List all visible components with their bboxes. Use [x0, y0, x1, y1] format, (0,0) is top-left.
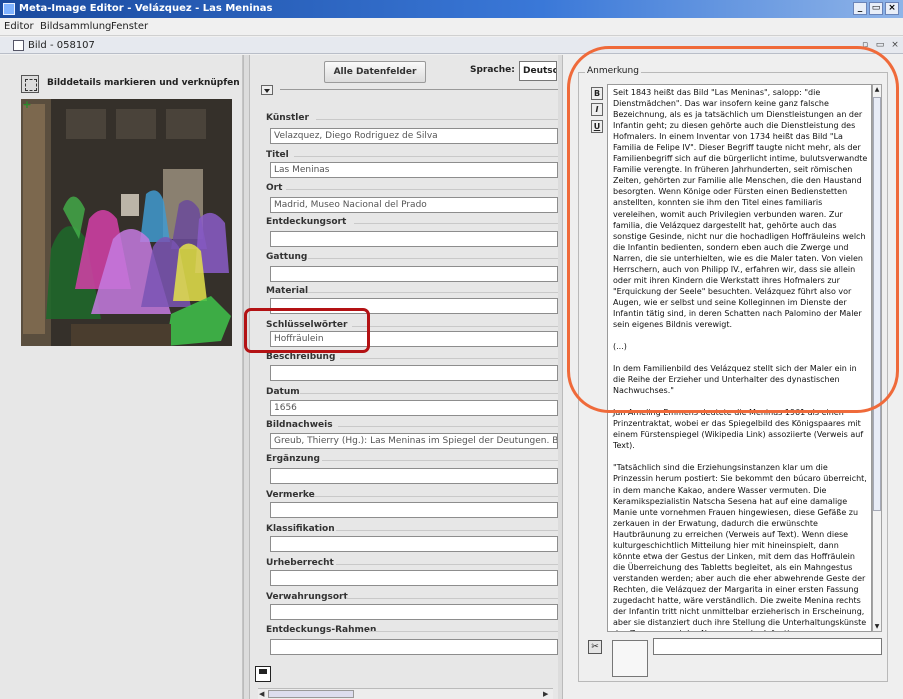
separator	[338, 426, 558, 427]
separator	[352, 326, 558, 327]
separator	[308, 258, 558, 259]
separator	[286, 189, 558, 190]
field-label-titel: Titel	[266, 150, 289, 160]
scroll-up-icon[interactable]: ▲	[873, 86, 881, 94]
field-input-gattung[interactable]	[270, 266, 558, 282]
separator	[336, 564, 558, 565]
field-input-beschreibung[interactable]	[270, 365, 558, 381]
menu-editor[interactable]: Editor	[4, 20, 34, 33]
scissors-icon[interactable]: ✂	[588, 640, 602, 654]
field-label-ergaenzung: Ergänzung	[266, 454, 321, 464]
separator	[368, 631, 558, 632]
annotation-paragraph: In dem Familienbild des Velázquez stellt…	[613, 364, 857, 396]
field-label-urheberrecht: Urheberrecht	[266, 558, 334, 568]
field-label-beschreibung: Beschreibung	[266, 352, 336, 362]
annotation-paragraph: Jan Ameling Emmens deutete die Meninas 1…	[613, 408, 864, 451]
field-label-material: Material	[266, 286, 309, 296]
painting-image[interactable]	[21, 99, 232, 346]
annotation-paragraph: Seit 1843 heißt das Bild "Las Meninas", …	[613, 88, 868, 329]
window-titlebar: Meta-Image Editor - Velázquez - Las Meni…	[0, 0, 903, 18]
separator	[336, 530, 558, 531]
field-label-entdeckungsort: Entdeckungsort	[266, 217, 347, 227]
field-input-klassifikation[interactable]	[270, 536, 558, 552]
menu-bildsammlung[interactable]: Bildsammlung	[40, 20, 111, 33]
scrollbar-thumb[interactable]	[268, 690, 354, 698]
separator	[322, 460, 558, 461]
scroll-down-icon[interactable]: ▼	[873, 623, 881, 631]
minimize-button[interactable]: _	[853, 2, 867, 15]
annotation-paragraph: (...)	[613, 342, 627, 352]
field-input-vermerke[interactable]	[270, 502, 558, 518]
italic-button[interactable]: I	[591, 103, 603, 116]
frame-iconify-button[interactable]: ▫	[859, 40, 871, 51]
document-icon	[13, 40, 24, 51]
frame-maximize-button[interactable]: ▭	[874, 40, 886, 51]
select-region-tool-icon[interactable]	[21, 75, 39, 93]
link-thumbnail[interactable]	[612, 640, 648, 677]
window-title: Meta-Image Editor - Velázquez - Las Meni…	[19, 3, 273, 14]
field-input-ort[interactable]: Madrid, Museo Nacional del Prado	[270, 197, 558, 213]
field-label-schluesselwoerter: Schlüsselwörter	[266, 320, 348, 330]
frame-close-button[interactable]: ×	[889, 40, 901, 51]
field-label-gattung: Gattung	[266, 252, 308, 262]
field-input-datum[interactable]: 1656	[270, 400, 558, 416]
app-icon	[3, 3, 15, 15]
bold-button[interactable]: B	[591, 87, 603, 100]
menu-fenster[interactable]: Fenster	[111, 20, 148, 33]
separator	[294, 156, 558, 157]
annotation-group-label: Anmerkung	[585, 66, 641, 76]
field-label-bildnachweis: Bildnachweis	[266, 420, 333, 430]
annotation-text-area[interactable]: Seit 1843 heißt das Bild "Las Meninas", …	[607, 84, 872, 632]
language-select[interactable]: Deutsch	[519, 61, 557, 81]
separator	[314, 496, 558, 497]
maximize-button[interactable]: ▭	[869, 2, 883, 15]
image-details-label: Bilddetails markieren und verknüpfen	[47, 78, 240, 88]
field-input-urheberrecht[interactable]	[270, 570, 558, 586]
internal-frame-title: Bild - 058107	[28, 40, 95, 51]
all-fields-button[interactable]: Alle Datenfelder	[324, 61, 426, 83]
field-label-ort: Ort	[266, 183, 283, 193]
save-icon[interactable]	[255, 666, 271, 682]
field-label-vermerke: Vermerke	[266, 490, 315, 500]
field-input-material[interactable]	[270, 298, 558, 314]
close-button[interactable]: ×	[885, 2, 899, 15]
language-label: Sprache:	[470, 65, 515, 75]
separator	[354, 223, 558, 224]
field-input-ergaenzung[interactable]	[270, 468, 558, 484]
separator	[280, 89, 558, 90]
separator	[300, 393, 558, 394]
vertical-scrollbar[interactable]: ▲ ▼	[872, 84, 882, 632]
horizontal-scrollbar[interactable]: ◀ ▶	[258, 688, 553, 699]
scrollbar-thumb[interactable]	[873, 97, 881, 511]
field-label-datum: Datum	[266, 387, 300, 397]
separator	[316, 119, 558, 120]
menu-bar: Editor Bildsammlung Fenster	[0, 18, 903, 36]
collapse-toggle-icon[interactable]	[261, 85, 273, 95]
internal-frame-titlebar: Bild - 058107 ▫ ▭ ×	[0, 37, 903, 54]
field-input-entdeckungs-rahmen[interactable]	[270, 639, 558, 655]
scroll-left-icon[interactable]: ◀	[259, 690, 264, 698]
metadata-panel: Alle Datenfelder Sprache: Deutsch Künstl…	[250, 55, 558, 699]
link-input[interactable]	[653, 638, 882, 655]
field-input-schluesselwoerter[interactable]: Hoffräulein	[270, 331, 558, 347]
separator	[340, 358, 558, 359]
field-input-titel[interactable]: Las Meninas	[270, 162, 558, 178]
field-input-bildnachweis[interactable]: Greub, Thierry (Hg.): Las Meninas im Spi…	[270, 433, 558, 449]
scroll-right-icon[interactable]: ▶	[543, 690, 548, 698]
separator	[346, 598, 558, 599]
field-input-kuenstler[interactable]: Velazquez, Diego Rodriguez de Silva	[270, 128, 558, 144]
separator	[308, 292, 558, 293]
field-input-entdeckungsort[interactable]	[270, 231, 558, 247]
image-panel: Bilddetails markieren und verknüpfen +	[0, 55, 243, 699]
annotation-paragraph: "Tatsächlich sind die Erziehungsinstanze…	[613, 463, 867, 631]
field-label-kuenstler: Künstler	[266, 113, 309, 123]
field-input-verwahrungsort[interactable]	[270, 604, 558, 620]
add-link-icon[interactable]: +	[22, 99, 32, 110]
field-label-entdeckungs-rahmen: Entdeckungs-Rahmen	[266, 625, 377, 635]
underline-button[interactable]: U	[591, 120, 603, 133]
field-label-verwahrungsort: Verwahrungsort	[266, 592, 348, 602]
field-label-klassifikation: Klassifikation	[266, 524, 335, 534]
left-splitter[interactable]	[243, 55, 250, 699]
